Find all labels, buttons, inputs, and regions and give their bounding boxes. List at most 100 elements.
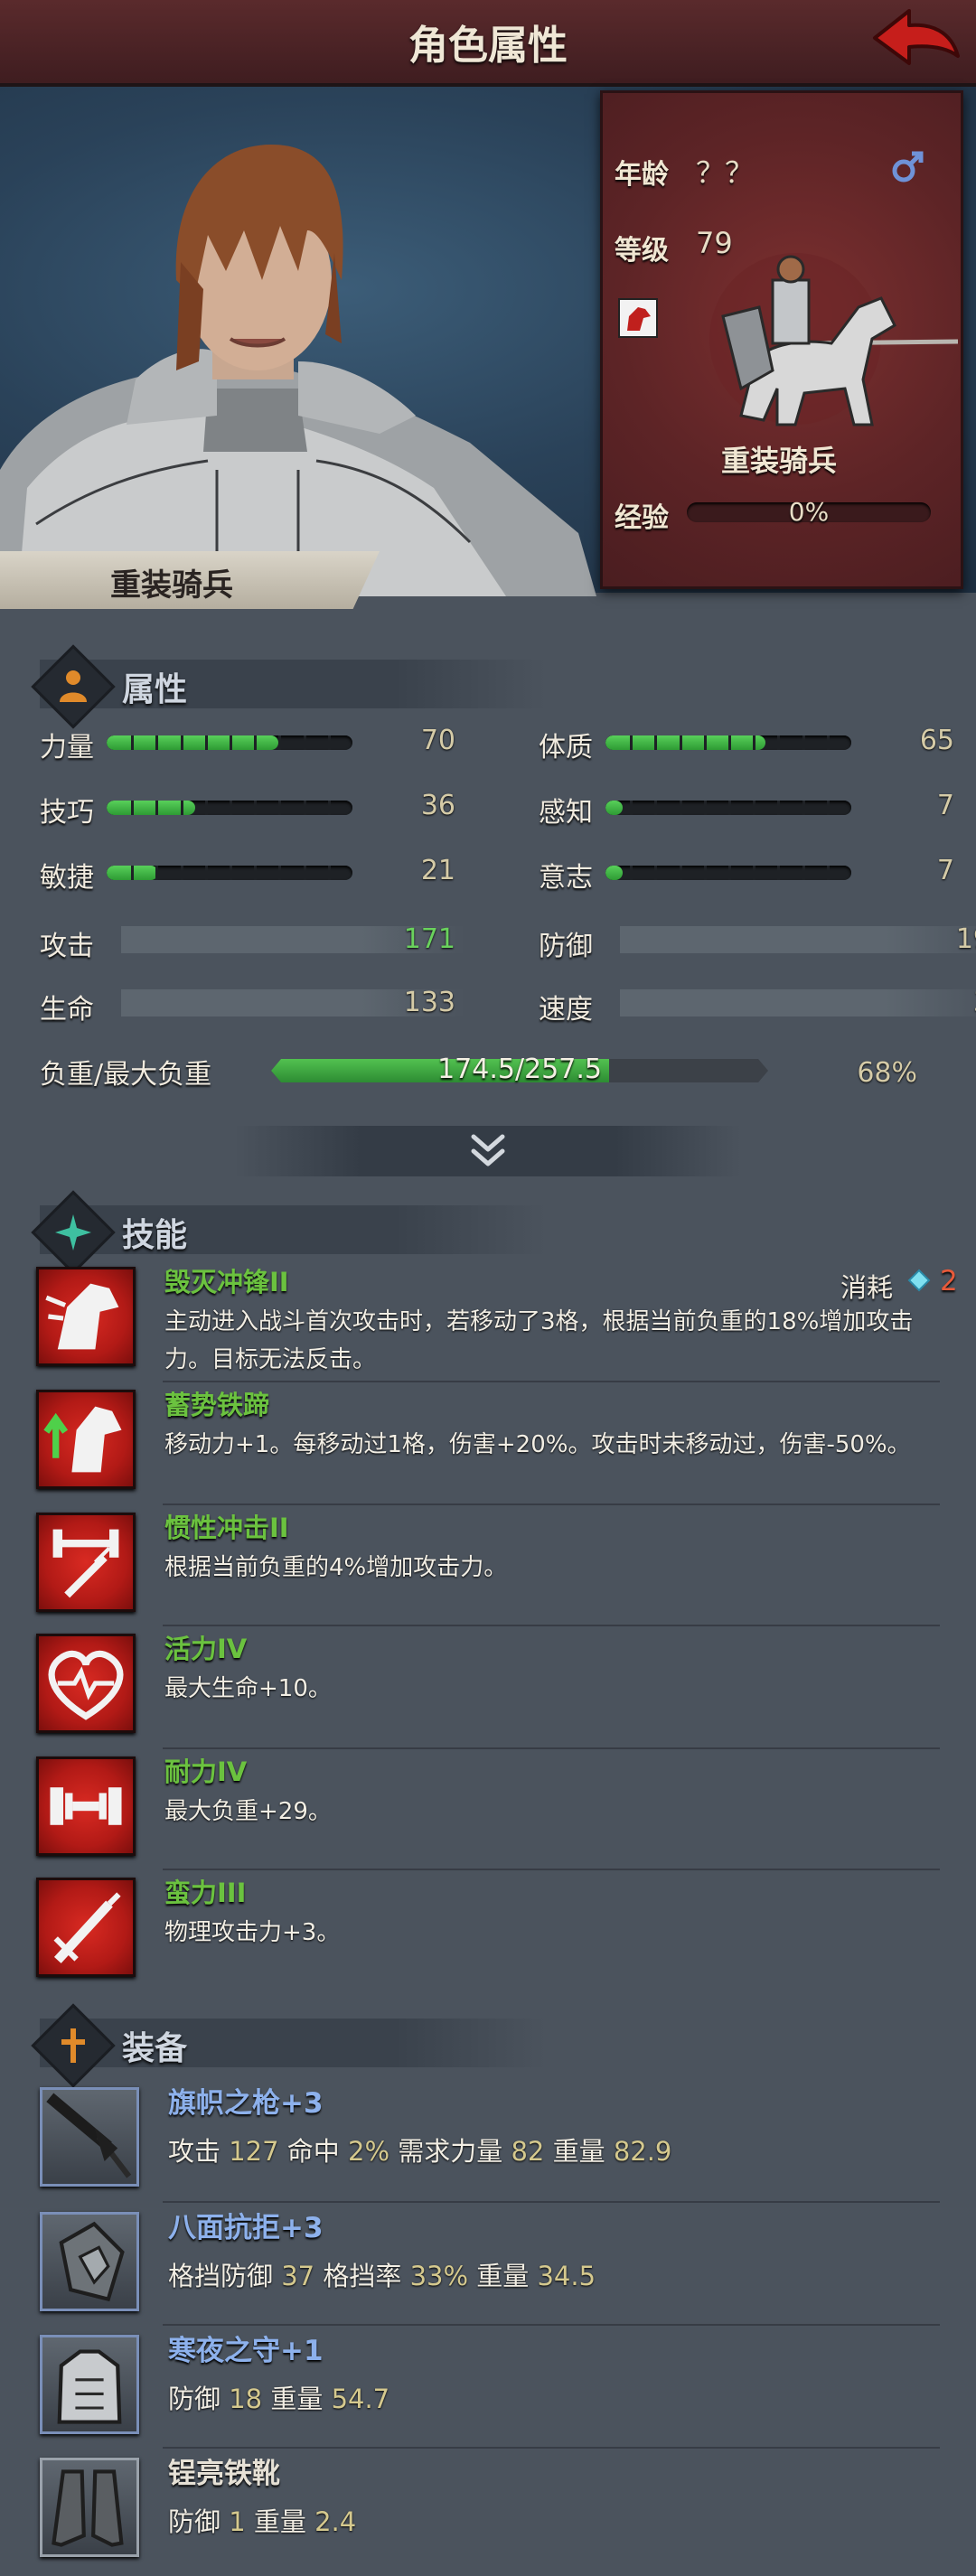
skill-name: 毁灭冲锋II bbox=[164, 1267, 289, 1297]
skill-name: 耐力IV bbox=[164, 1756, 248, 1787]
stat-bar-segment bbox=[703, 735, 707, 750]
stat-bar bbox=[107, 866, 352, 880]
equipment-stat-key: 命中 bbox=[286, 2136, 349, 2167]
skill-name: 活力IV bbox=[164, 1634, 248, 1664]
derived-stat-value: 171 bbox=[403, 923, 455, 955]
stat-bar-segment bbox=[180, 866, 183, 880]
equipment-stat-key: 防御 bbox=[168, 2506, 230, 2537]
stat-bar bbox=[107, 735, 352, 750]
stat-label: 技巧 bbox=[40, 797, 94, 829]
stat-bar-segment bbox=[826, 801, 830, 815]
stat-bar-segment bbox=[303, 801, 306, 815]
stat-bar-segment bbox=[753, 866, 756, 880]
skill-description: 最大生命+10。 bbox=[164, 1675, 332, 1702]
equipment-stat-key: 攻击 bbox=[168, 2136, 230, 2167]
weight-sword-icon bbox=[52, 1529, 119, 1598]
stat-bar-segment bbox=[204, 735, 208, 750]
skill-description: 主动进入战斗首次攻击时，若移动了3格，根据当前负重的18%增加攻击力。目标无法反… bbox=[164, 1308, 914, 1373]
class-name: 重装骑兵 bbox=[110, 567, 233, 604]
stat-bar-segment bbox=[679, 735, 682, 750]
equipment-stat-value: 1 bbox=[229, 2506, 254, 2537]
equipment-stat-key: 重量 bbox=[253, 2506, 315, 2537]
skill-icon[interactable] bbox=[36, 1390, 136, 1489]
sword-icon bbox=[53, 1892, 121, 1963]
cost-label: 消耗 bbox=[840, 1272, 894, 1303]
stat-value: 21 bbox=[420, 855, 455, 886]
row-divider bbox=[163, 1869, 940, 1870]
derived-stat-value: 133 bbox=[403, 987, 455, 1018]
stat-bar-segment bbox=[180, 801, 183, 815]
stat-bar-segment bbox=[679, 801, 682, 815]
stat-bar-segment bbox=[630, 866, 633, 880]
skill-description: 根据当前负重的4%增加攻击力。 bbox=[164, 1554, 508, 1581]
knight-unit-figure bbox=[709, 253, 958, 426]
equipment-slot[interactable] bbox=[40, 2458, 139, 2557]
derived-stat-label: 防御 bbox=[539, 931, 593, 962]
skill-icon[interactable] bbox=[36, 1878, 136, 1977]
skill-icon[interactable] bbox=[36, 1513, 136, 1612]
equipment-stat-value: 2% bbox=[348, 2136, 399, 2167]
stat-bar-segment bbox=[728, 801, 731, 815]
stat-bar-segment bbox=[204, 866, 208, 880]
stat-bar-segment bbox=[131, 801, 135, 815]
stat-bar bbox=[605, 801, 851, 815]
stat-bar-segment bbox=[327, 735, 331, 750]
equipment-stat-value: 127 bbox=[229, 2136, 287, 2167]
shield-icon bbox=[59, 2221, 125, 2302]
stat-bar-fill bbox=[605, 801, 624, 815]
male-icon bbox=[890, 148, 926, 184]
equipment-stat-key: 需求力量 bbox=[398, 2136, 511, 2167]
skill-icon[interactable] bbox=[36, 1634, 136, 1733]
stat-bar-segment bbox=[230, 801, 232, 815]
equipment-stat-key: 重量 bbox=[270, 2384, 332, 2414]
dumbbell-icon bbox=[50, 1787, 122, 1825]
equipment-stat-value: 34.5 bbox=[537, 2261, 596, 2291]
back-button[interactable] bbox=[868, 4, 967, 76]
hero-portrait bbox=[0, 145, 596, 596]
stat-bar-segment bbox=[278, 801, 282, 815]
equipment-slot[interactable] bbox=[40, 2087, 139, 2187]
stat-bar bbox=[107, 801, 352, 815]
stat-bar-segment bbox=[753, 735, 756, 750]
equipment-title: 装备 bbox=[122, 2030, 188, 2067]
row-divider bbox=[163, 2324, 940, 2326]
stat-bar-segment bbox=[230, 735, 232, 750]
expand-attributes-button[interactable] bbox=[235, 1126, 741, 1176]
equipment-stat-key: 重量 bbox=[476, 2261, 538, 2291]
stat-bar-segment bbox=[802, 866, 805, 880]
stat-bar-segment bbox=[630, 801, 633, 815]
stat-bar-segment bbox=[204, 801, 208, 815]
stat-bar-segment bbox=[826, 735, 830, 750]
skill-name: 蛮力III bbox=[164, 1878, 247, 1908]
row-divider bbox=[163, 2201, 940, 2203]
equipment-slot[interactable] bbox=[40, 2212, 139, 2311]
skill-name: 惯性冲击II bbox=[164, 1513, 289, 1543]
skill-icon[interactable] bbox=[36, 1756, 136, 1856]
stat-bar-segment bbox=[131, 866, 135, 880]
horse-charge-icon bbox=[45, 1283, 119, 1350]
stat-bar-segment bbox=[703, 801, 707, 815]
diamond-icon bbox=[907, 1269, 931, 1292]
stat-bar-segment bbox=[230, 866, 232, 880]
stat-bar-segment bbox=[155, 866, 159, 880]
stat-bar-segment bbox=[802, 801, 805, 815]
stat-bar-segment bbox=[777, 866, 781, 880]
skill-icon[interactable] bbox=[36, 1267, 136, 1366]
stat-value: 65 bbox=[919, 725, 954, 756]
stat-bar-segment bbox=[728, 866, 731, 880]
derived-stat-value: 19 bbox=[955, 923, 976, 955]
stat-bar-segment bbox=[703, 866, 707, 880]
stat-bar-segment bbox=[327, 801, 331, 815]
heart-icon bbox=[48, 1650, 124, 1720]
stat-bar-segment bbox=[155, 735, 159, 750]
equipment-stat-value: 37 bbox=[281, 2261, 324, 2291]
stat-bar-segment bbox=[654, 866, 658, 880]
page-title: 角色属性 bbox=[408, 23, 568, 69]
equipment-name: 寒夜之守+1 bbox=[168, 2335, 324, 2367]
stat-bar-segment bbox=[254, 801, 258, 815]
stat-label: 感知 bbox=[539, 797, 593, 829]
derived-stat-value: 3 bbox=[918, 987, 976, 1018]
equipment-stat-key: 格挡率 bbox=[323, 2261, 410, 2291]
equipment-slot[interactable] bbox=[40, 2335, 139, 2434]
skill-description: 物理攻击力+3。 bbox=[164, 1919, 341, 1946]
